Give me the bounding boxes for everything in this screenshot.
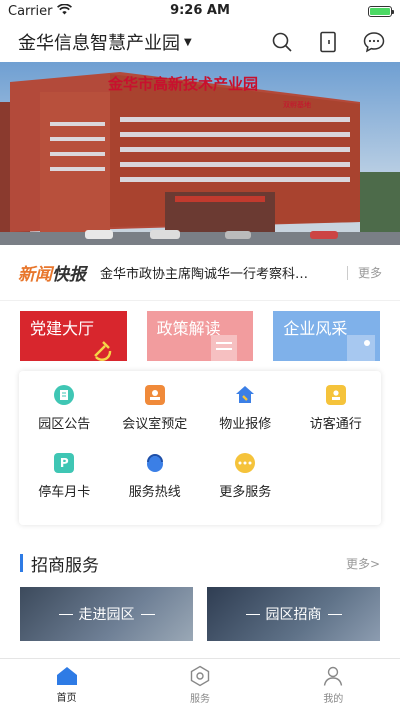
parking-glyph: P xyxy=(59,456,69,470)
service-visitor[interactable]: 访客通行 xyxy=(291,381,382,449)
dash-left xyxy=(245,613,260,615)
section-title: 招商服务 xyxy=(31,555,99,576)
battery-level xyxy=(370,7,390,15)
hotline-icon xyxy=(145,453,165,473)
hexagon-icon xyxy=(190,665,210,686)
dash-right xyxy=(327,613,342,615)
tab-profile[interactable]: 我的 xyxy=(267,659,400,710)
service-hotline[interactable]: 服务热线 xyxy=(110,449,201,517)
service-label: 服务热线 xyxy=(128,485,181,500)
service-label: 停车月卡 xyxy=(38,485,91,500)
news-tag-orange: 新闻 xyxy=(18,265,52,285)
door-icon[interactable] xyxy=(316,30,340,54)
news-ticker[interactable]: 新闻快报 金华市政协主席陶诚华一行考察科… 更多 xyxy=(0,245,400,301)
battery-icon xyxy=(368,5,394,17)
home-icon xyxy=(56,666,77,685)
notice-icon xyxy=(54,385,75,405)
caret-down-icon: ▼ xyxy=(184,36,192,48)
divider xyxy=(346,265,348,280)
card-text: 走进园区 xyxy=(78,607,135,623)
app-screen: Carrier 9:26 AM 金华信息智慧产业园 ▼ 金华市高新技术产业园 双… xyxy=(0,0,400,710)
banner-sign: 金华市高新技术产业园 xyxy=(107,75,258,93)
tab-label: 我的 xyxy=(323,693,344,705)
news-headline[interactable]: 金华市政协主席陶诚华一行考察科… xyxy=(100,263,337,282)
policy-card[interactable]: 政策解读 xyxy=(146,311,254,361)
news-tag-dark: 快报 xyxy=(52,265,86,285)
tab-label: 首页 xyxy=(56,692,77,704)
service-meeting[interactable]: 会议室预定 xyxy=(110,381,201,449)
park-selector[interactable]: 金华信息智慧产业园 ▼ xyxy=(18,29,270,55)
banner-carousel[interactable]: 金华市高新技术产业园 双孵基地 xyxy=(0,62,400,245)
building-illustration: 金华市高新技术产业园 双孵基地 xyxy=(0,62,400,245)
service-label: 会议室预定 xyxy=(122,417,188,432)
tab-bar: 首页 服务 我的 xyxy=(0,658,400,710)
tab-label: 服务 xyxy=(189,693,210,705)
search-icon[interactable] xyxy=(270,30,294,54)
wifi-icon xyxy=(57,3,73,19)
app-header: 金华信息智慧产业园 ▼ xyxy=(0,22,400,62)
tab-home[interactable]: 首页 xyxy=(0,659,133,710)
news-more-link[interactable]: 更多 xyxy=(358,264,382,281)
meeting-icon xyxy=(144,385,165,405)
repair-icon xyxy=(235,385,255,405)
status-bar: Carrier 9:26 AM xyxy=(0,0,400,22)
enterprise-card[interactable]: 企业风采 xyxy=(273,311,381,361)
tab-services[interactable]: 服务 xyxy=(133,659,266,710)
service-repair[interactable]: 物业报修 xyxy=(200,381,291,449)
visitor-icon xyxy=(325,385,346,405)
invest-more-link[interactable]: 更多> xyxy=(346,555,380,572)
dash-right xyxy=(140,613,155,615)
page-title: 金华信息智慧产业园 xyxy=(18,33,180,54)
party-hall-card[interactable]: 党建大厅 xyxy=(20,311,127,361)
service-parking[interactable]: P 停车月卡 xyxy=(19,449,110,517)
card-label: 走进园区 xyxy=(58,604,155,624)
user-icon xyxy=(324,666,343,686)
service-notice[interactable]: 园区公告 xyxy=(19,381,110,449)
category-cards: 党建大厅 政策解读 企业风采 xyxy=(0,301,400,363)
card-label: 党建大厅 xyxy=(30,319,95,338)
service-label: 园区公告 xyxy=(38,417,91,432)
visit-park-card[interactable]: 走进园区 xyxy=(20,587,193,641)
service-label: 访客通行 xyxy=(309,417,362,432)
invest-cards: 走进园区 园区招商 xyxy=(0,587,400,641)
carrier-label: Carrier xyxy=(8,3,53,19)
park-investment-card[interactable]: 园区招商 xyxy=(207,587,380,641)
service-label: 物业报修 xyxy=(219,417,272,432)
hammer-sickle-icon xyxy=(94,341,112,361)
invest-section-header: 招商服务 更多> xyxy=(0,551,400,576)
more-services-icon xyxy=(235,453,256,473)
parking-icon: P xyxy=(54,453,75,473)
news-flash-tag: 新闻快报 xyxy=(18,260,86,285)
card-label: 园区招商 xyxy=(245,604,342,624)
document-icon xyxy=(210,335,237,361)
photo-icon xyxy=(347,335,376,361)
service-label: 更多服务 xyxy=(219,485,272,500)
dash-left xyxy=(58,613,73,615)
banner-sign-suffix: 双孵基地 xyxy=(283,100,311,109)
section-accent-bar xyxy=(20,554,23,572)
message-icon[interactable] xyxy=(362,30,386,54)
service-grid: 园区公告 会议室预定 物业报修 访客通行 P 停车月卡 服务热线 更多服务 xyxy=(19,371,381,525)
service-more[interactable]: 更多服务 xyxy=(200,449,291,517)
card-label: 企业风采 xyxy=(283,319,348,338)
card-text: 园区招商 xyxy=(265,607,322,623)
